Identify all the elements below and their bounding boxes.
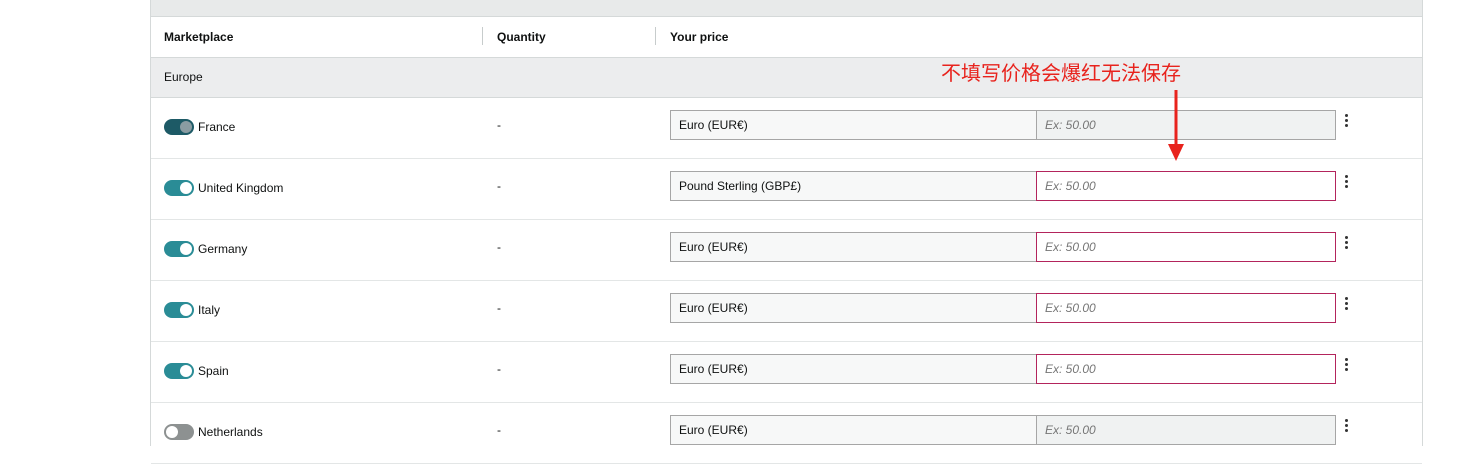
table-row: Germany - Euro (EUR€) bbox=[151, 220, 1422, 281]
currency-label: Pound Sterling (GBP£) bbox=[670, 171, 1036, 201]
annotation-text: 不填写价格会爆红无法保存 bbox=[941, 61, 1181, 85]
country-name: Germany bbox=[198, 242, 248, 256]
marketplace-toggle[interactable] bbox=[164, 180, 194, 196]
annotation-arrow-icon bbox=[1168, 90, 1184, 161]
currency-label: Euro (EUR€) bbox=[670, 415, 1036, 445]
quantity-value: - bbox=[497, 423, 501, 437]
toggle-knob bbox=[180, 365, 192, 377]
more-options-icon[interactable] bbox=[1341, 175, 1351, 193]
price-input[interactable] bbox=[1036, 232, 1336, 262]
header-divider bbox=[482, 27, 483, 45]
toggle-knob bbox=[180, 182, 192, 194]
quantity-value: - bbox=[497, 118, 501, 132]
marketplace-toggle[interactable] bbox=[164, 119, 194, 135]
quantity-value: - bbox=[497, 240, 501, 254]
marketplace-toggle[interactable] bbox=[164, 424, 194, 440]
more-options-icon[interactable] bbox=[1341, 114, 1351, 132]
price-input[interactable] bbox=[1036, 354, 1336, 384]
price-input[interactable] bbox=[1036, 415, 1336, 445]
pricing-panel: Marketplace Quantity Your price Europe F… bbox=[150, 0, 1423, 464]
header-quantity: Quantity bbox=[497, 30, 546, 44]
header-price: Your price bbox=[670, 30, 729, 44]
currency-label: Euro (EUR€) bbox=[670, 110, 1036, 140]
table-row: Spain - Euro (EUR€) bbox=[151, 342, 1422, 403]
currency-label: Euro (EUR€) bbox=[670, 232, 1036, 262]
country-name: Spain bbox=[198, 364, 229, 378]
toggle-knob bbox=[180, 121, 192, 133]
table-row: Italy - Euro (EUR€) bbox=[151, 281, 1422, 342]
price-input[interactable] bbox=[1036, 293, 1336, 323]
quantity-value: - bbox=[497, 301, 501, 315]
header-divider bbox=[655, 27, 656, 45]
panel-top-bar bbox=[151, 0, 1422, 17]
table-row: Netherlands - Euro (EUR€) bbox=[151, 403, 1422, 464]
country-name: France bbox=[198, 120, 236, 134]
quantity-value: - bbox=[497, 179, 501, 193]
more-options-icon[interactable] bbox=[1341, 419, 1351, 437]
table-row: United Kingdom - Pound Sterling (GBP£) bbox=[151, 159, 1422, 220]
table-row: France - Euro (EUR€) bbox=[151, 98, 1422, 159]
toggle-knob bbox=[180, 304, 192, 316]
country-name: United Kingdom bbox=[198, 181, 284, 195]
toggle-knob bbox=[180, 243, 192, 255]
quantity-value: - bbox=[497, 362, 501, 376]
price-input[interactable] bbox=[1036, 171, 1336, 201]
more-options-icon[interactable] bbox=[1341, 297, 1351, 315]
currency-label: Euro (EUR€) bbox=[670, 354, 1036, 384]
more-options-icon[interactable] bbox=[1341, 358, 1351, 376]
toggle-knob bbox=[166, 426, 178, 438]
group-label: Europe bbox=[164, 70, 203, 84]
marketplace-toggle[interactable] bbox=[164, 302, 194, 318]
table-header: Marketplace Quantity Your price bbox=[151, 17, 1422, 58]
header-marketplace: Marketplace bbox=[164, 30, 234, 44]
currency-label: Euro (EUR€) bbox=[670, 293, 1036, 323]
country-name: Netherlands bbox=[198, 425, 263, 439]
marketplace-toggle[interactable] bbox=[164, 241, 194, 257]
country-name: Italy bbox=[198, 303, 221, 317]
marketplace-toggle[interactable] bbox=[164, 363, 194, 379]
group-row-europe: Europe bbox=[151, 58, 1422, 98]
more-options-icon[interactable] bbox=[1341, 236, 1351, 254]
